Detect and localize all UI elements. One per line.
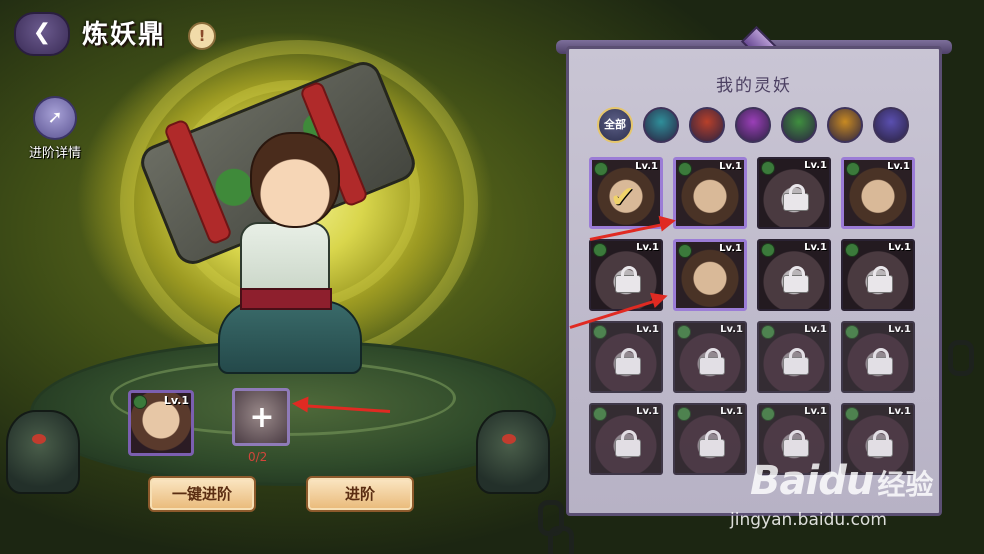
spirit-card[interactable]: Lv.1	[841, 239, 915, 311]
spirit-card[interactable]: Lv.1	[589, 403, 663, 475]
tab-wood-element[interactable]	[781, 107, 817, 143]
baidu-watermark: Baidu 经验	[750, 458, 933, 504]
spirit-card[interactable]: Lv.1	[757, 157, 831, 229]
lock-icon	[615, 266, 641, 293]
tab-dark-element[interactable]	[873, 107, 909, 143]
spirit-card[interactable]: Lv.1	[841, 157, 915, 229]
spirit-card[interactable]: Lv.1	[589, 321, 663, 393]
material-progress: 0/2	[248, 450, 268, 464]
lock-icon	[783, 348, 809, 375]
scroll-icon: ➚	[33, 96, 77, 140]
lock-icon	[615, 430, 641, 457]
element-icon	[594, 162, 608, 176]
level-tag: Lv.1	[804, 160, 827, 171]
spirit-card[interactable]: Lv.1	[673, 403, 747, 475]
annotation-arrowhead	[658, 212, 678, 232]
level-tag: Lv.1	[720, 324, 743, 335]
advance-details-label: 进阶详情	[28, 146, 81, 161]
element-icon	[845, 325, 859, 339]
level-tag: Lv.1	[888, 242, 911, 253]
element-filter-tabs: 全部	[597, 107, 909, 143]
lock-icon	[783, 184, 809, 211]
level-tag: Lv.1	[635, 161, 658, 172]
element-icon	[678, 244, 692, 258]
level-tag: Lv.1	[636, 406, 659, 417]
chain-link	[548, 526, 574, 554]
main-spirit-slot[interactable]: Lv.1	[128, 390, 194, 456]
panel-title: 我的灵妖	[716, 76, 792, 96]
one-click-advance-button[interactable]: 一键进阶	[148, 476, 256, 512]
spirit-card[interactable]: Lv.1	[673, 321, 747, 393]
element-icon	[761, 161, 775, 175]
plus-icon: +	[249, 400, 275, 435]
element-icon	[593, 243, 607, 257]
level-tag: Lv.1	[719, 243, 742, 254]
level-tag: Lv.1	[636, 242, 659, 253]
lock-icon	[867, 430, 893, 457]
character-belt	[240, 288, 332, 310]
element-icon	[593, 325, 607, 339]
spirit-card[interactable]: Lv.1	[673, 239, 747, 311]
level-tag: Lv.1	[887, 161, 910, 172]
advance-button[interactable]: 进阶	[306, 476, 414, 512]
element-icon	[761, 243, 775, 257]
level-tag: Lv.1	[888, 324, 911, 335]
lock-icon	[783, 266, 809, 293]
character-head	[250, 132, 340, 228]
element-icon	[678, 162, 692, 176]
element-icon	[677, 325, 691, 339]
level-tag: Lv.1	[719, 161, 742, 172]
spirit-card[interactable]: Lv.1	[841, 321, 915, 393]
tab-all-filter[interactable]: 全部	[597, 107, 633, 143]
watermark-cn: 经验	[877, 468, 934, 501]
level-tag: Lv.1	[636, 324, 659, 335]
lock-icon	[615, 348, 641, 375]
tab-cloud-element[interactable]	[735, 107, 771, 143]
lock-icon	[867, 348, 893, 375]
element-icon	[846, 162, 860, 176]
material-add-slot[interactable]: +	[232, 388, 290, 446]
lock-icon	[699, 430, 725, 457]
level-tag: Lv.1	[720, 406, 743, 417]
selected-check-icon: ✔	[610, 180, 636, 215]
tab-light-element[interactable]	[827, 107, 863, 143]
exclamation-icon: !	[198, 27, 206, 45]
element-icon	[845, 407, 859, 421]
annotation-arrowhead	[291, 395, 309, 413]
back-button[interactable]: ❮	[14, 12, 70, 56]
spirit-card[interactable]: Lv.1	[757, 239, 831, 311]
level-tag: Lv.1	[804, 324, 827, 335]
spirit-card[interactable]: Lv.1	[757, 321, 831, 393]
spirit-card[interactable]: Lv.1	[673, 157, 747, 229]
element-icon	[593, 407, 607, 421]
character-legs	[218, 300, 362, 374]
element-icon	[845, 243, 859, 257]
advance-details-button[interactable]: ➚ 进阶详情	[22, 96, 88, 161]
all-filter-icon: 全部	[604, 118, 626, 131]
info-button[interactable]: !	[188, 22, 216, 50]
level-tag: Lv.1	[888, 406, 911, 417]
page-title: 炼妖鼎	[82, 20, 167, 50]
level-tag: Lv.1	[804, 242, 827, 253]
level-tag: Lv.1	[804, 406, 827, 417]
watermark-url: jingyan.baidu.com	[730, 510, 887, 530]
element-icon	[761, 407, 775, 421]
wood-element-icon	[133, 395, 147, 409]
spirit-card[interactable]: Lv.1 ✔	[589, 157, 663, 229]
chain-link	[948, 340, 974, 376]
guardian-statue-left	[6, 410, 80, 494]
tab-fire-element[interactable]	[689, 107, 725, 143]
guardian-statue-right	[476, 410, 550, 494]
lock-icon	[783, 430, 809, 457]
element-icon	[677, 407, 691, 421]
lock-icon	[699, 348, 725, 375]
my-spirits-panel: 我的灵妖 全部 Lv.1 ✔ Lv.1 Lv.1 Lv.1 Lv.1 Lv.1 Lv.1 Lv.…	[566, 46, 942, 516]
watermark-logo: Baidu	[750, 458, 874, 504]
back-arrow-icon: ❮	[32, 20, 52, 45]
element-icon	[761, 325, 775, 339]
tab-water-element[interactable]	[643, 107, 679, 143]
level-tag: Lv.1	[163, 394, 189, 407]
lock-icon	[867, 266, 893, 293]
